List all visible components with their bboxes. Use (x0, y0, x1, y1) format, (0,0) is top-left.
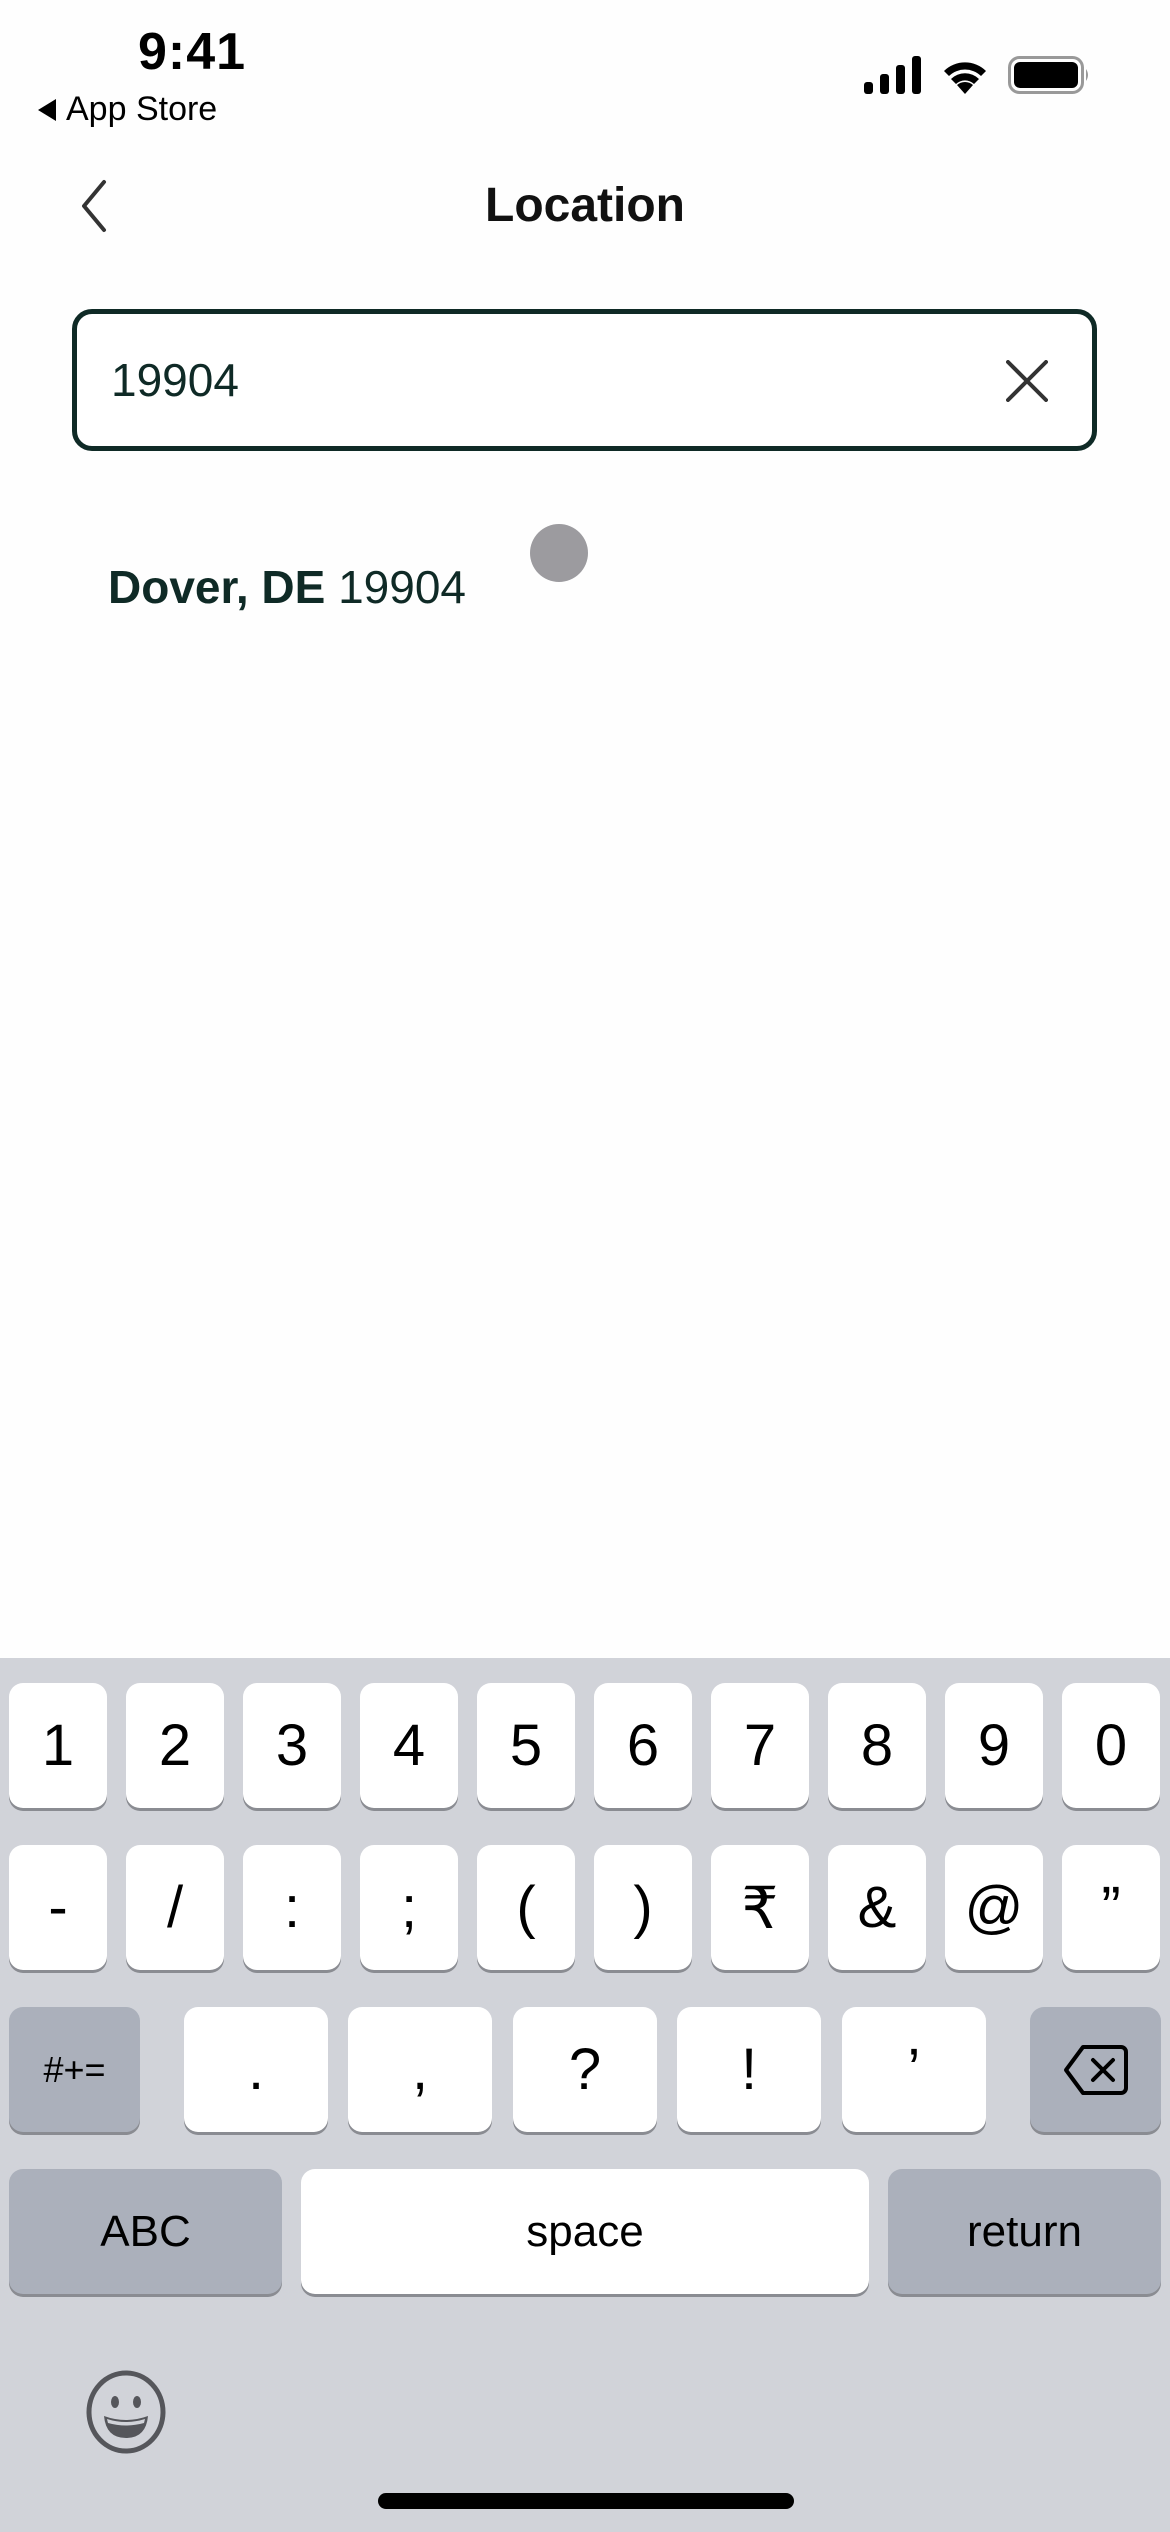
key-more-symbols[interactable]: #+= (9, 2007, 140, 2132)
abc-key[interactable]: ABC (9, 2169, 282, 2294)
space-key[interactable]: space (301, 2169, 869, 2294)
key-2[interactable]: 2 (126, 1683, 224, 1808)
location-search-field[interactable] (72, 309, 1097, 451)
page-title: Location (485, 179, 685, 232)
key-exclamation[interactable]: ! (677, 2007, 821, 2132)
key-colon[interactable]: : (243, 1845, 341, 1970)
key-hyphen[interactable]: - (9, 1845, 107, 1970)
key-3[interactable]: 3 (243, 1683, 341, 1808)
location-result-item[interactable]: Dover, DE 19904 (108, 560, 466, 614)
back-app-label: App Store (66, 90, 218, 128)
cellular-signal-icon (864, 56, 921, 94)
key-ampersand[interactable]: & (828, 1845, 926, 1970)
key-8[interactable]: 8 (828, 1683, 926, 1808)
home-indicator[interactable] (378, 2493, 794, 2509)
key-comma[interactable]: , (348, 2007, 492, 2132)
key-9[interactable]: 9 (945, 1683, 1043, 1808)
result-city: Dover, DE (108, 561, 326, 613)
keyboard: 1 2 3 4 5 6 7 8 9 0 - / : ; ( ) ₹ & @ ” … (0, 1658, 1170, 2532)
wifi-icon (944, 62, 986, 94)
key-slash[interactable]: / (126, 1845, 224, 1970)
key-rupee[interactable]: ₹ (711, 1845, 809, 1970)
emoji-button[interactable] (84, 2370, 168, 2454)
backspace-key[interactable] (1030, 2007, 1161, 2132)
key-period[interactable]: . (184, 2007, 328, 2132)
emoji-icon (86, 2370, 166, 2454)
key-at[interactable]: @ (945, 1845, 1043, 1970)
return-key[interactable]: return (888, 2169, 1161, 2294)
key-0[interactable]: 0 (1062, 1683, 1160, 1808)
touch-indicator (530, 524, 588, 582)
key-semicolon[interactable]: ; (360, 1845, 458, 1970)
key-question[interactable]: ? (513, 2007, 657, 2132)
status-time: 9:41 (138, 23, 247, 81)
location-search-input[interactable] (111, 353, 971, 407)
key-open-paren[interactable]: ( (477, 1845, 575, 1970)
key-6[interactable]: 6 (594, 1683, 692, 1808)
clear-search-button[interactable] (1006, 360, 1048, 402)
close-icon (1006, 360, 1048, 402)
status-icons (864, 56, 1090, 94)
key-5[interactable]: 5 (477, 1683, 575, 1808)
key-close-paren[interactable]: ) (594, 1845, 692, 1970)
key-1[interactable]: 1 (9, 1683, 107, 1808)
key-7[interactable]: 7 (711, 1683, 809, 1808)
key-apostrophe[interactable]: ’ (842, 2007, 986, 2132)
key-4[interactable]: 4 (360, 1683, 458, 1808)
result-zip: 19904 (338, 561, 467, 613)
backspace-icon (1063, 2044, 1128, 2095)
back-to-app-store[interactable]: App Store (38, 90, 217, 129)
battery-icon (1008, 56, 1088, 94)
key-double-quote[interactable]: ” (1062, 1845, 1160, 1970)
back-triangle-icon (38, 98, 56, 121)
